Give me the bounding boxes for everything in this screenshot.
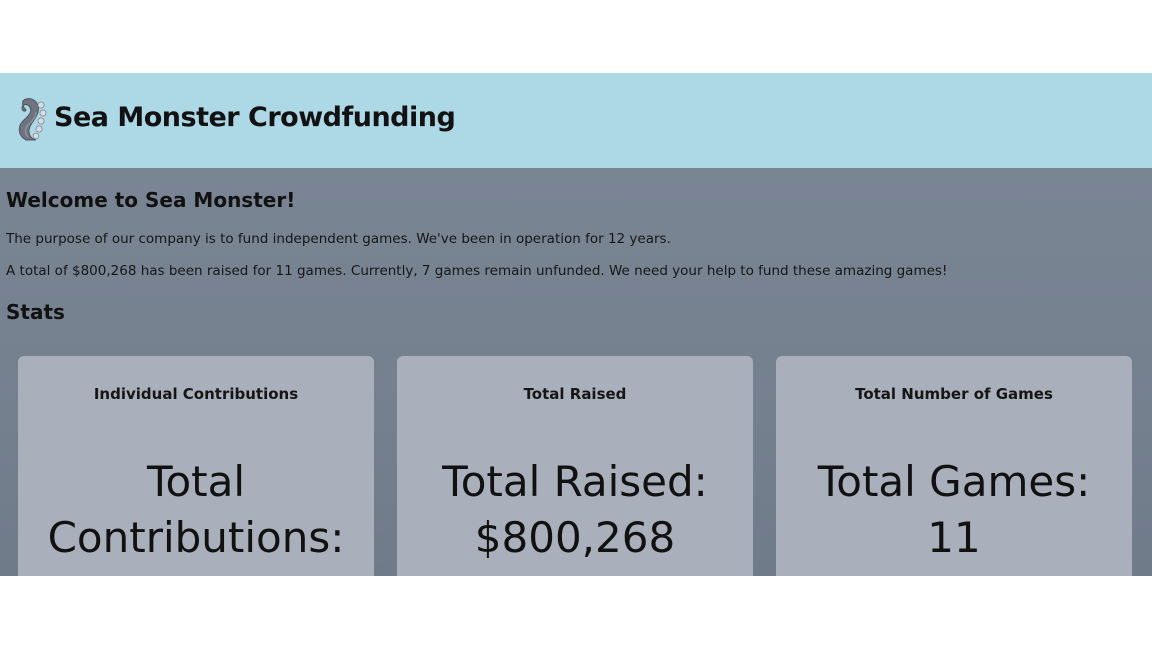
purpose-paragraph: The purpose of our company is to fund in… xyxy=(6,231,671,247)
stats-heading: Stats xyxy=(6,300,65,324)
stat-card-value: Total Contributions: 19,187 xyxy=(47,457,345,576)
main-content: Welcome to Sea Monster! The purpose of o… xyxy=(0,168,1152,576)
stat-card-value: Total Raised: $800,268 xyxy=(442,457,708,562)
stat-card-value: Total Games: 11 xyxy=(817,457,1091,562)
summary-paragraph: A total of $800,268 has been raised for … xyxy=(6,263,948,279)
stat-card-total-games: Total Number of Games Total Games: 11 xyxy=(776,356,1132,576)
app-window: Sea Monster Crowdfunding Welcome to Sea … xyxy=(0,73,1152,576)
frame-bottom-margin xyxy=(0,576,1152,648)
stat-card-total-raised: Total Raised Total Raised: $800,268 xyxy=(397,356,753,576)
frame-top-margin xyxy=(0,0,1152,73)
stat-card-heading: Total Number of Games xyxy=(855,385,1053,403)
site-title: Sea Monster Crowdfunding xyxy=(54,102,456,133)
sea-monster-tentacle-icon xyxy=(18,98,47,141)
stat-card-contributions: Individual Contributions Total Contribut… xyxy=(18,356,374,576)
welcome-heading: Welcome to Sea Monster! xyxy=(6,188,296,212)
stat-card-heading: Total Raised xyxy=(523,385,627,403)
stat-card-heading: Individual Contributions xyxy=(93,385,299,403)
site-header: Sea Monster Crowdfunding xyxy=(0,73,1152,168)
